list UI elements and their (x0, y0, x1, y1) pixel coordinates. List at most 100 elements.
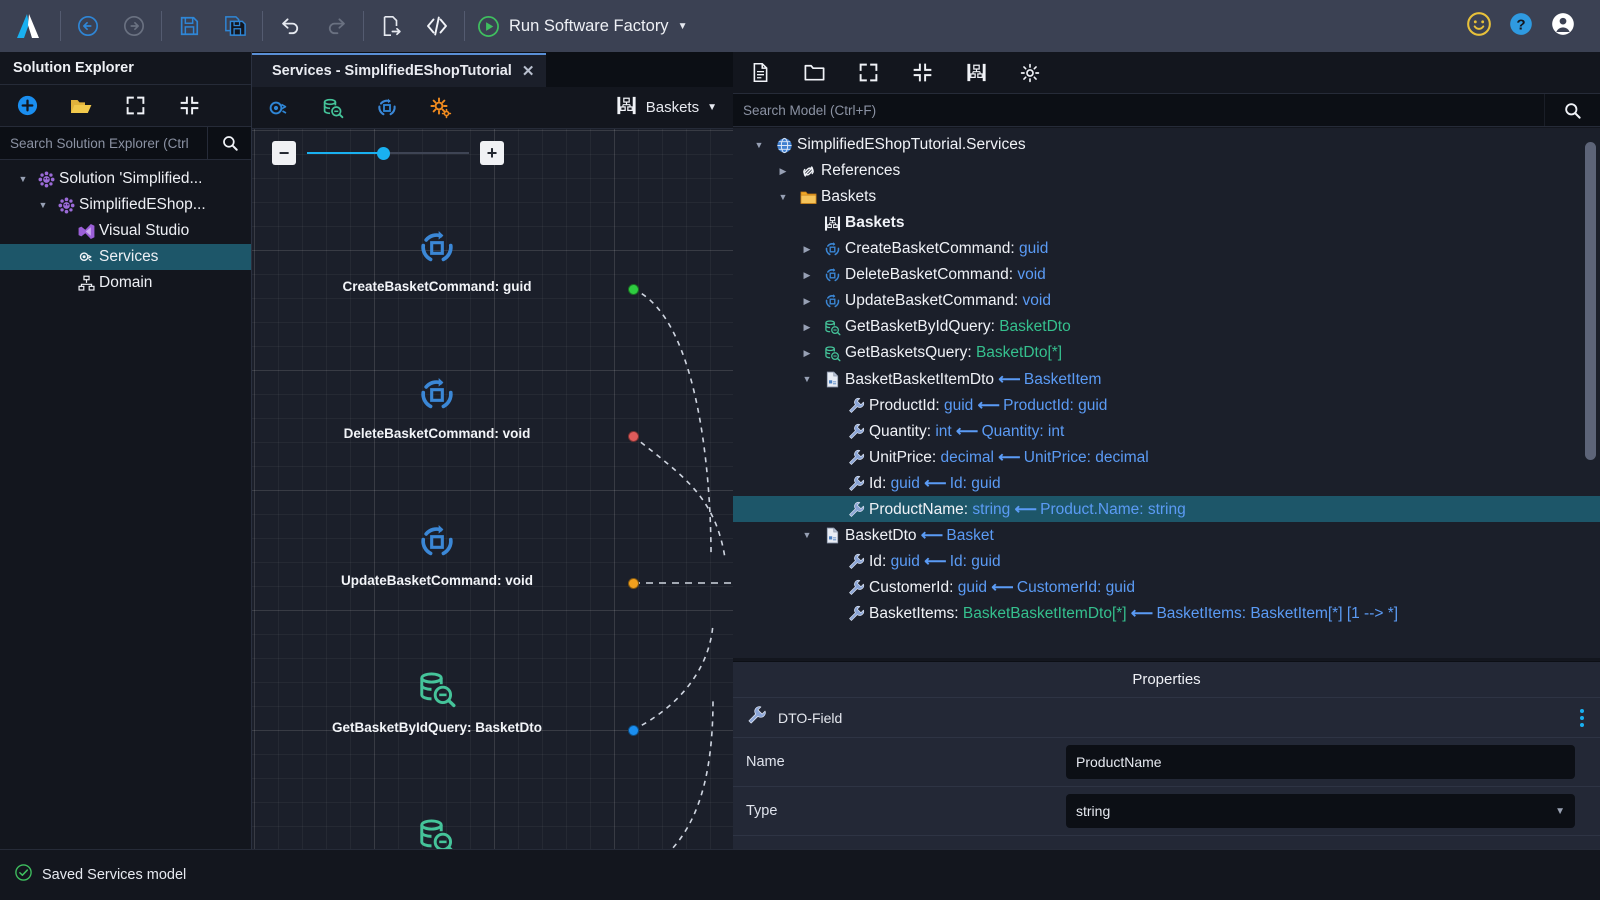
property-select-type[interactable]: string ▼ (1066, 794, 1575, 828)
expand-all-button[interactable] (841, 52, 895, 94)
model-tree-row[interactable]: ProductName: string ⟵ Product.Name: stri… (733, 496, 1600, 522)
chevron-down-icon[interactable]: ▼ (12, 174, 34, 184)
model-tree-row[interactable]: Baskets (733, 210, 1600, 236)
divider (262, 11, 263, 41)
command-icon (819, 266, 845, 285)
model-tree-row[interactable]: ▶ CreateBasketCommand: guid (733, 236, 1600, 262)
diagram-canvas[interactable]: CreateBasketCommand: guid DeleteBasketCom… (252, 129, 733, 849)
sidebar-item-visual-studio[interactable]: Visual Studio (0, 218, 251, 244)
chevron-right-icon[interactable]: ▶ (795, 322, 819, 333)
model-tree-row[interactable]: ▶ GetBasketsQuery: BasketDto[*] (733, 340, 1600, 366)
chevron-right-icon[interactable]: ▶ (795, 296, 819, 307)
diagram-node[interactable]: GetBasketByIdQuery: BasketDto (307, 667, 567, 735)
tab-label: Services - SimplifiedEShopTutorial (272, 63, 512, 79)
help-icon[interactable]: ? (1508, 11, 1534, 42)
model-tree-row[interactable]: ▼ BasketBasketItemDto ⟵ BasketItem (733, 366, 1600, 392)
model-tree-row[interactable]: UnitPrice: decimal ⟵ UnitPrice: decimal (733, 444, 1600, 470)
zoom-in-button[interactable]: + (480, 141, 504, 165)
chevron-right-icon[interactable]: ▶ (771, 166, 795, 177)
sidebar-item-solution-simplified[interactable]: ▼ Solution 'Simplified... (0, 166, 251, 192)
chevron-down-icon[interactable]: ▼ (747, 140, 771, 150)
sidebar-item-domain[interactable]: Domain (0, 270, 251, 296)
open-folder-button[interactable] (787, 52, 841, 94)
chevron-right-icon[interactable]: ▶ (795, 348, 819, 359)
diagram-node-port[interactable] (628, 578, 639, 589)
chevron-down-icon[interactable]: ▼ (795, 530, 819, 540)
model-search-input[interactable] (733, 94, 1544, 126)
model-tree-row[interactable]: ProductId: guid ⟵ ProductId: guid (733, 392, 1600, 418)
model-tree-row[interactable]: ▼ Baskets (733, 184, 1600, 210)
file-export-button[interactable] (368, 3, 414, 49)
open-folder-button[interactable] (54, 85, 108, 127)
model-tree-row[interactable]: ▼ BasketDto ⟵ Basket (733, 522, 1600, 548)
account-icon[interactable] (1550, 11, 1576, 42)
forward-button[interactable] (111, 3, 157, 49)
model-tree-row[interactable]: ▶ UpdateBasketCommand: void (733, 288, 1600, 314)
model-tree-row[interactable]: ▶ GetBasketByIdQuery: BasketDto (733, 314, 1600, 340)
model-search-button[interactable] (1544, 94, 1600, 126)
show-diagram-button[interactable] (949, 52, 1003, 94)
diagram-node[interactable]: CreateBasketCommand: guid (307, 226, 567, 294)
diagram-node-port[interactable] (628, 725, 639, 736)
redo-button[interactable] (313, 3, 359, 49)
chevron-down-icon[interactable]: ▼ (795, 374, 819, 384)
properties-more-button[interactable] (1580, 708, 1584, 727)
run-software-factory-button[interactable]: Run Software Factory ▼ (469, 3, 697, 49)
zoom-out-button[interactable]: − (272, 141, 296, 165)
model-tree-row[interactable]: Id: guid ⟵ Id: guid (733, 470, 1600, 496)
expand-all-button[interactable] (108, 85, 162, 127)
chevron-down-icon[interactable]: ▼ (32, 200, 54, 210)
diagram-node-port[interactable] (628, 284, 639, 295)
model-tree-row[interactable]: CustomerId: guid ⟵ CustomerId: guid (733, 574, 1600, 600)
chevron-down-icon[interactable]: ▼ (771, 192, 795, 202)
zoom-slider[interactable] (307, 143, 469, 163)
save-all-button[interactable] (212, 3, 258, 49)
close-icon[interactable]: ✕ (522, 62, 535, 80)
model-tree-row[interactable]: Quantity: int ⟵ Quantity: int (733, 418, 1600, 444)
zoom-slider-fill (307, 152, 384, 154)
model-tree-row-label: Baskets (821, 188, 877, 205)
chevron-down-icon: ▼ (1555, 805, 1565, 817)
code-brackets-button[interactable] (414, 3, 460, 49)
new-item-button[interactable] (0, 85, 54, 127)
collapse-all-button[interactable] (895, 52, 949, 94)
model-tree-row[interactable]: ▶ DeleteBasketCommand: void (733, 262, 1600, 288)
model-settings-button[interactable] (1003, 52, 1057, 94)
save-button[interactable] (166, 3, 212, 49)
model-tree-row[interactable]: ▶ References (733, 158, 1600, 184)
back-button[interactable] (65, 3, 111, 49)
diagram-node[interactable]: GetBasketsQuery: BasketDto[*] (307, 814, 567, 849)
chevron-right-icon[interactable]: ▶ (795, 270, 819, 281)
command-icon (307, 226, 567, 275)
chevron-right-icon[interactable]: ▶ (795, 244, 819, 255)
undo-button[interactable] (267, 3, 313, 49)
model-tree-row[interactable]: Id: guid ⟵ Id: guid (733, 548, 1600, 574)
solution-icon (34, 170, 59, 189)
add-query-button[interactable] (306, 87, 360, 129)
search-button[interactable] (207, 127, 251, 159)
model-tree-row[interactable]: ▼ SimplifiedEShopTutorial.Services (733, 132, 1600, 158)
model-tree-scrollbar[interactable] (1585, 142, 1596, 460)
add-service-button[interactable] (252, 87, 306, 129)
field-icon (843, 604, 869, 623)
add-command-button[interactable] (360, 87, 414, 129)
tab-services-simplifiedeshoptutorial[interactable]: Services - SimplifiedEShopTutorial ✕ (252, 53, 547, 87)
diagram-node[interactable]: UpdateBasketCommand: void (307, 520, 567, 588)
model-tree[interactable]: ▼ SimplifiedEShopTutorial.Services ▶ Refere… (733, 128, 1600, 658)
model-tree-row[interactable]: BasketItems: BasketBasketItemDto[*] ⟵ Ba… (733, 600, 1600, 626)
sidebar-item-services[interactable]: Services (0, 244, 251, 270)
feedback-icon[interactable] (1466, 11, 1492, 42)
collapse-all-button[interactable] (162, 85, 216, 127)
gear-icon (1020, 63, 1040, 82)
diagram-selector[interactable]: Baskets ▼ (615, 94, 733, 122)
search-input[interactable] (0, 127, 207, 159)
property-input-name[interactable]: ProductName (1066, 745, 1575, 779)
new-file-button[interactable] (733, 52, 787, 94)
diagram-node[interactable]: DeleteBasketCommand: void (307, 373, 567, 441)
editor-settings-button[interactable] (414, 87, 468, 129)
sidebar-item-label: Solution 'Simplified... (59, 170, 203, 187)
diagram-node-port[interactable] (628, 431, 639, 442)
play-icon (478, 15, 499, 37)
sidebar-item-simplifiedeshop[interactable]: ▼ SimplifiedEShop... (0, 192, 251, 218)
zoom-slider-thumb[interactable] (377, 147, 391, 160)
